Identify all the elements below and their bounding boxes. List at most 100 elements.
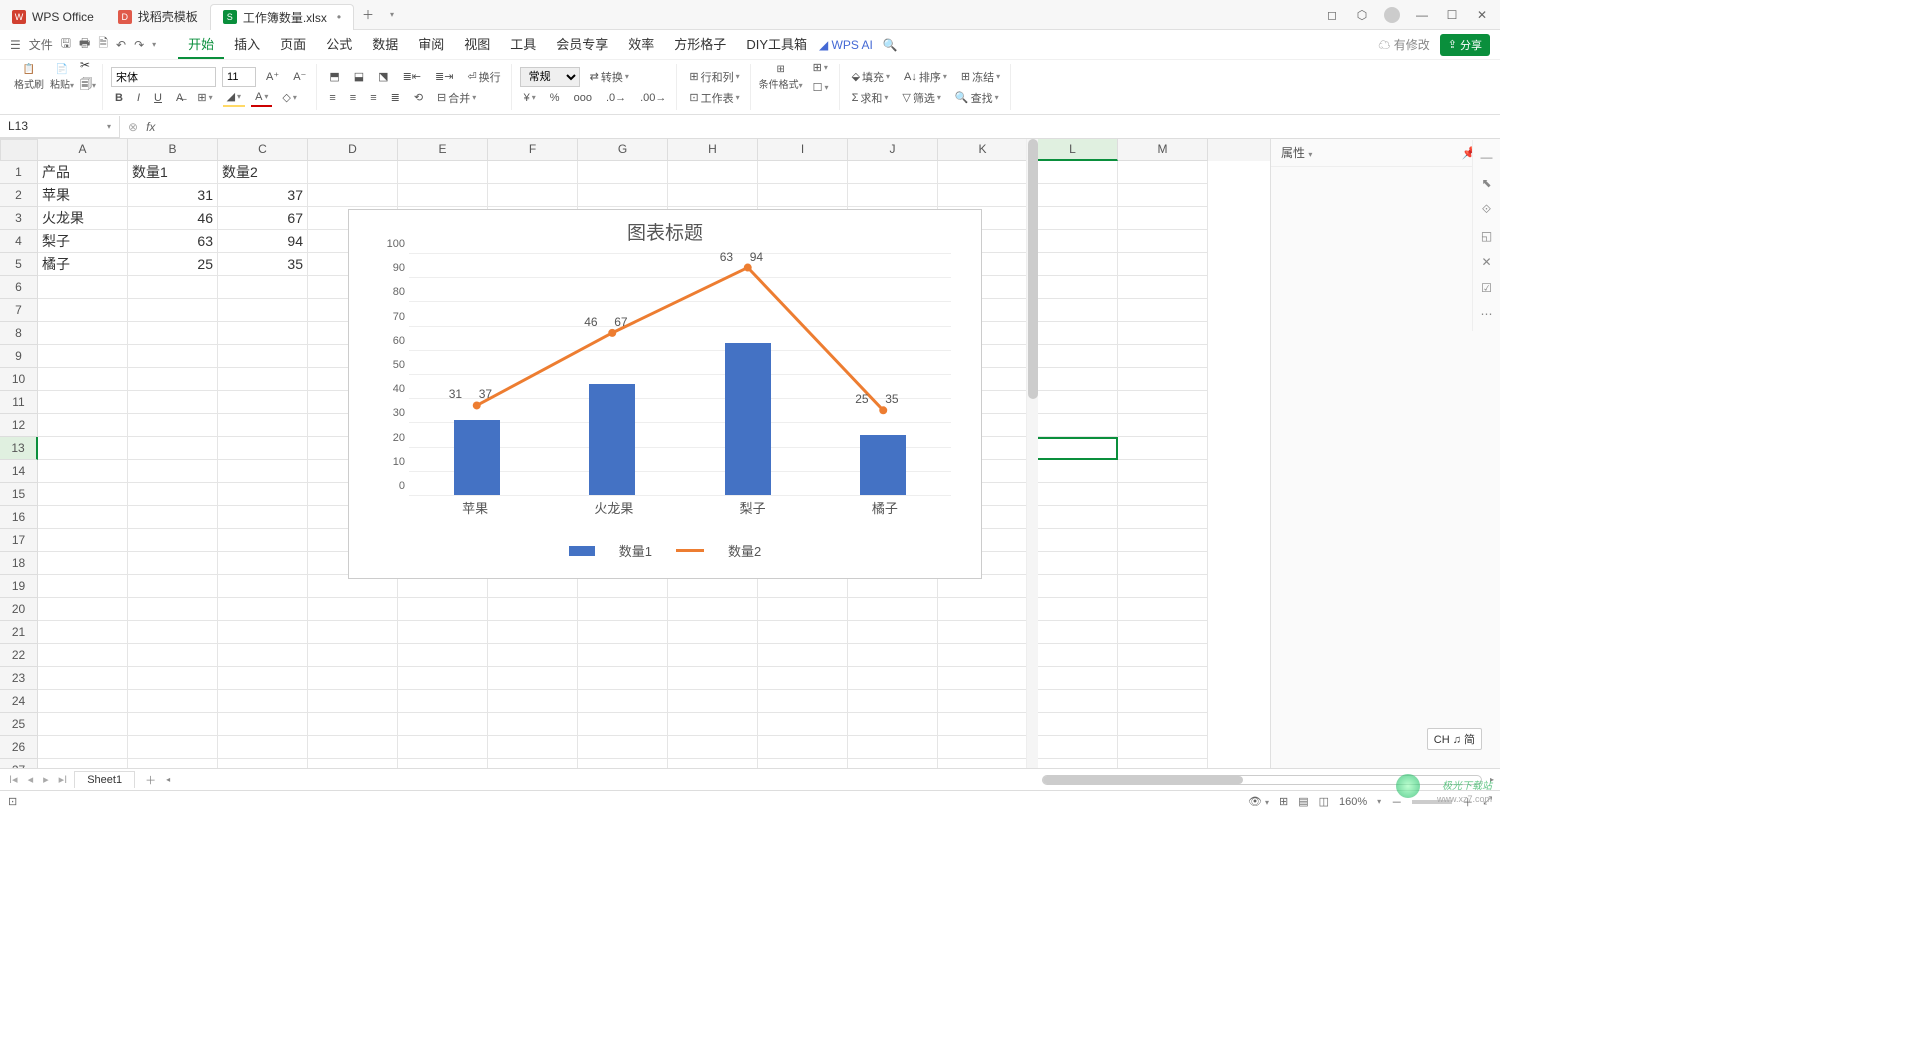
cell[interactable] <box>218 299 308 322</box>
cut-icon[interactable]: ✂ <box>80 58 96 72</box>
font-size-select[interactable] <box>222 67 256 87</box>
cell[interactable] <box>128 644 218 667</box>
row-header[interactable]: 2 <box>0 184 38 207</box>
cell[interactable] <box>1118 621 1208 644</box>
row-header[interactable]: 13 <box>0 437 38 460</box>
worksheet-button[interactable]: ⊡工作表▾ <box>685 88 743 108</box>
cell[interactable] <box>308 736 398 759</box>
cell[interactable] <box>668 598 758 621</box>
share-button[interactable]: ⇪ 分享 <box>1440 34 1490 56</box>
row-header[interactable]: 21 <box>0 621 38 644</box>
cell[interactable] <box>398 690 488 713</box>
cell[interactable] <box>1118 368 1208 391</box>
cell[interactable] <box>218 598 308 621</box>
cell[interactable] <box>308 621 398 644</box>
sheet-tab[interactable]: Sheet1 <box>74 771 135 788</box>
cell[interactable] <box>1028 713 1118 736</box>
maximize-button[interactable]: ☐ <box>1444 7 1460 23</box>
column-header[interactable]: L <box>1028 139 1118 161</box>
number-format-select[interactable]: 常规 <box>520 67 580 87</box>
cell[interactable] <box>758 598 848 621</box>
cell[interactable] <box>848 759 938 768</box>
row-header[interactable]: 20 <box>0 598 38 621</box>
settings-tool-icon[interactable]: ✕ <box>1481 255 1491 269</box>
cell[interactable] <box>38 345 128 368</box>
cell[interactable] <box>38 644 128 667</box>
cell[interactable] <box>128 736 218 759</box>
cell[interactable] <box>488 621 578 644</box>
cell[interactable] <box>1028 322 1118 345</box>
filter-button[interactable]: ▽筛选▾ <box>898 88 944 108</box>
row-header[interactable]: 25 <box>0 713 38 736</box>
cell[interactable] <box>38 276 128 299</box>
row-header[interactable]: 17 <box>0 529 38 552</box>
cell[interactable] <box>128 667 218 690</box>
cell[interactable] <box>488 690 578 713</box>
decrease-decimal-icon[interactable]: .0→ <box>602 90 630 106</box>
cell[interactable] <box>668 713 758 736</box>
cell[interactable] <box>758 621 848 644</box>
cell[interactable] <box>218 644 308 667</box>
cell[interactable] <box>308 713 398 736</box>
cell[interactable] <box>218 552 308 575</box>
cell[interactable] <box>488 644 578 667</box>
rows-cols-button[interactable]: ⊞行和列▾ <box>685 67 743 87</box>
increase-indent-icon[interactable]: ≣⇥ <box>431 68 457 85</box>
cell[interactable] <box>38 506 128 529</box>
align-middle-icon[interactable]: ⬓ <box>350 68 368 85</box>
wps-ai-button[interactable]: ◢ WPS AI <box>819 38 873 52</box>
view-eye-icon[interactable]: 👁 ▾ <box>1248 795 1269 808</box>
comma-icon[interactable]: ооо <box>570 90 596 106</box>
backup-tool-icon[interactable]: ◱ <box>1481 229 1492 243</box>
cell[interactable] <box>848 736 938 759</box>
align-center-icon[interactable]: ≡ <box>346 90 360 106</box>
zoom-level[interactable]: 160% <box>1339 796 1367 808</box>
cell[interactable] <box>848 184 938 207</box>
cell[interactable] <box>218 690 308 713</box>
embedded-chart[interactable]: 图表标题 0102030405060708090100 苹果火龙果梨子橘子 31… <box>348 209 982 579</box>
column-header[interactable]: H <box>668 139 758 161</box>
view-normal-icon[interactable]: ⊞ <box>1279 795 1288 808</box>
align-bottom-icon[interactable]: ⬔ <box>374 68 392 85</box>
align-top-icon[interactable]: ⬒ <box>325 68 343 85</box>
tab-list-dropdown[interactable]: ▾ <box>382 10 402 19</box>
cell[interactable] <box>1118 207 1208 230</box>
find-button[interactable]: 🔍查找▾ <box>951 88 1003 108</box>
vertical-scrollbar[interactable] <box>1026 139 1038 768</box>
cell[interactable] <box>1028 529 1118 552</box>
cell[interactable] <box>398 161 488 184</box>
cell[interactable] <box>578 759 668 768</box>
column-header[interactable]: J <box>848 139 938 161</box>
cell[interactable] <box>1028 483 1118 506</box>
cell[interactable] <box>38 621 128 644</box>
row-header[interactable]: 7 <box>0 299 38 322</box>
cell[interactable]: 25 <box>128 253 218 276</box>
window-copy-icon[interactable]: ◻ <box>1324 7 1340 23</box>
cell[interactable] <box>218 506 308 529</box>
prev-sheet-icon[interactable]: ◂ <box>25 773 37 786</box>
help-tool-icon[interactable]: ☑ <box>1481 281 1492 295</box>
row-header[interactable]: 27 <box>0 759 38 768</box>
cell[interactable] <box>578 161 668 184</box>
cell[interactable] <box>398 713 488 736</box>
cell[interactable] <box>38 322 128 345</box>
align-right-icon[interactable]: ≡ <box>366 90 380 106</box>
cell[interactable] <box>218 713 308 736</box>
cell[interactable] <box>668 621 758 644</box>
cell[interactable] <box>1118 598 1208 621</box>
document-tab[interactable]: S工作簿数量.xlsx• <box>210 4 354 30</box>
search-icon[interactable]: 🔍 <box>883 38 898 52</box>
cell[interactable]: 35 <box>218 253 308 276</box>
cell[interactable] <box>938 621 1028 644</box>
cell[interactable] <box>1028 391 1118 414</box>
cell[interactable] <box>578 713 668 736</box>
cell[interactable] <box>578 667 668 690</box>
cell[interactable]: 数量2 <box>218 161 308 184</box>
cell[interactable] <box>1028 506 1118 529</box>
cell[interactable] <box>1028 184 1118 207</box>
cell[interactable] <box>1028 299 1118 322</box>
cell[interactable] <box>128 276 218 299</box>
column-header[interactable]: A <box>38 139 128 161</box>
cell[interactable] <box>488 736 578 759</box>
document-tab[interactable]: D找稻壳模板 <box>106 4 210 30</box>
